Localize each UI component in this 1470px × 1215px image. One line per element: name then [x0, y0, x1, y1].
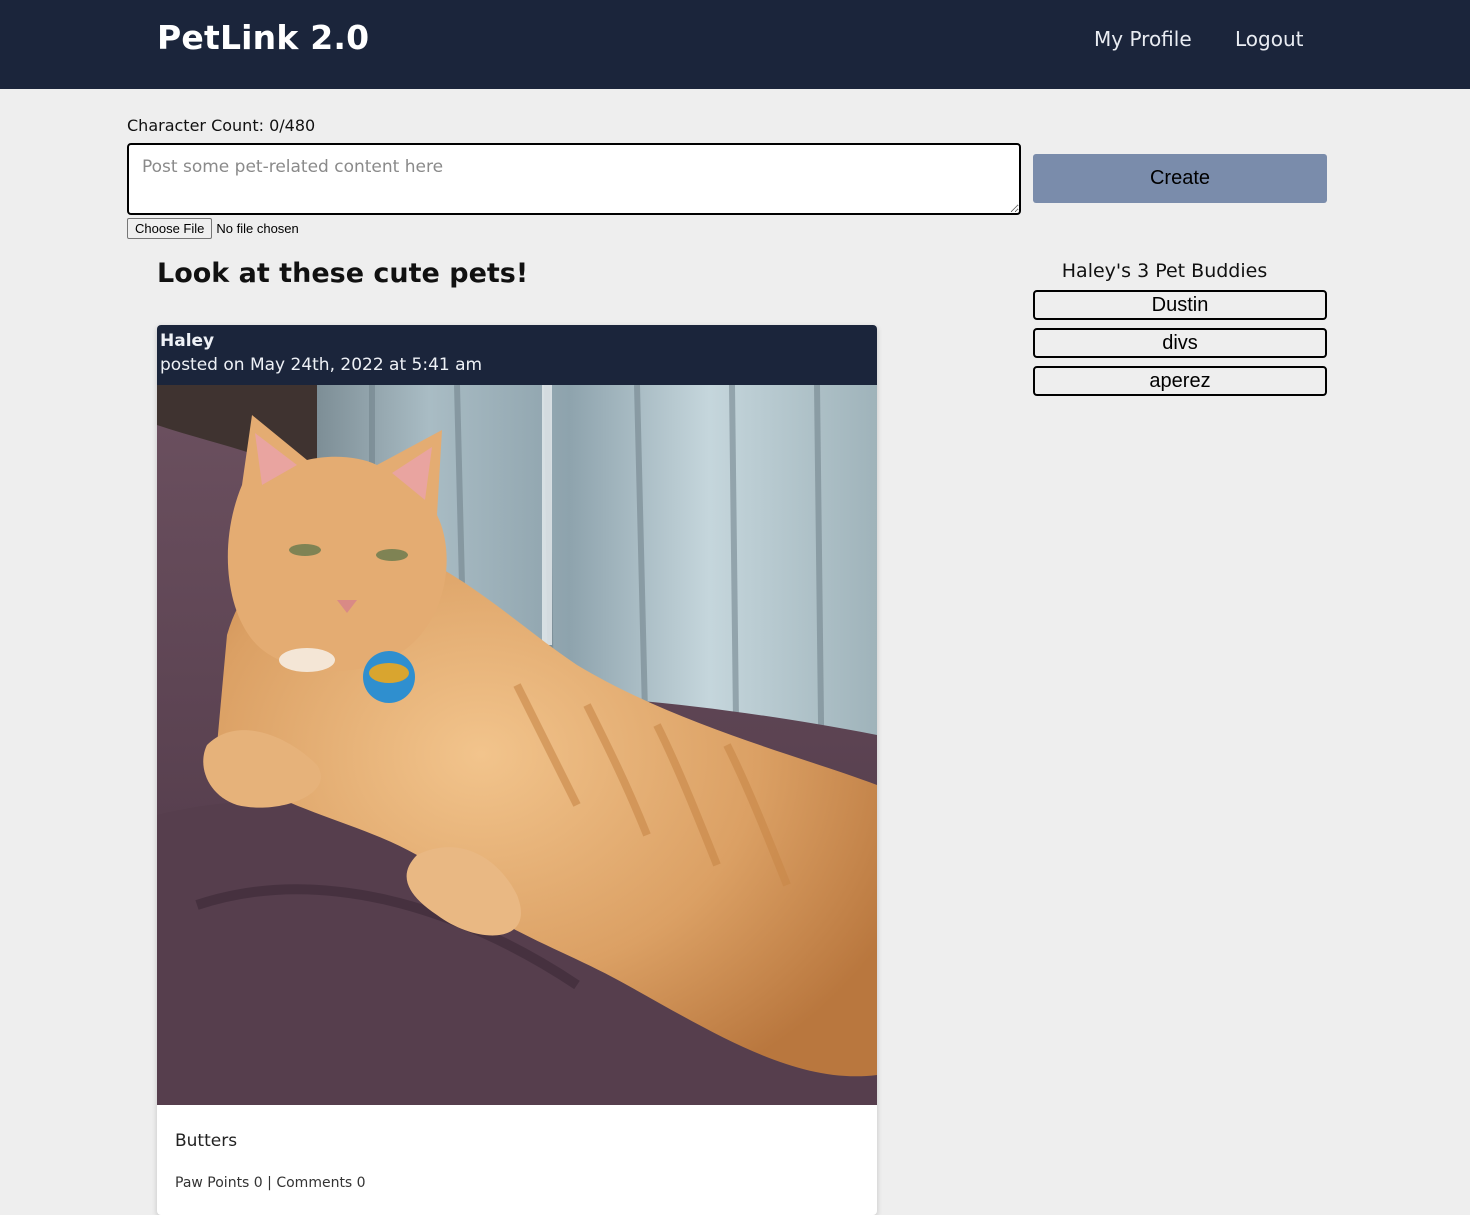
pet-buddies-title: Haley's 3 Pet Buddies — [1061, 260, 1268, 282]
file-status-text: No file chosen — [216, 221, 299, 236]
buddy-button-dustin[interactable]: Dustin — [1033, 290, 1327, 320]
choose-file-button[interactable]: Choose File — [127, 218, 213, 239]
post-image — [157, 385, 877, 1105]
feed-title: Look at these cute pets! — [157, 258, 529, 289]
nav-logout-link[interactable]: Logout — [1235, 27, 1303, 51]
nav-my-profile-link[interactable]: My Profile — [1094, 27, 1192, 51]
buddy-button-divs[interactable]: divs — [1033, 328, 1327, 358]
post-content-input[interactable] — [127, 143, 1021, 215]
post-caption: Butters — [175, 1131, 238, 1151]
post-body: Butters Paw Points 0 | Comments 0 — [157, 1105, 877, 1191]
comments-link[interactable]: Comments 0 — [276, 1175, 365, 1191]
post-meta: Paw Points 0 | Comments 0 — [175, 1175, 859, 1191]
top-navbar: PetLink 2.0 My Profile Logout — [0, 0, 1470, 89]
buddy-button-aperez[interactable]: aperez — [1033, 366, 1327, 396]
create-post-button[interactable]: Create — [1033, 154, 1327, 203]
character-count: Character Count: 0/480 — [127, 116, 316, 135]
file-upload: Choose File No file chosen — [127, 218, 299, 239]
paw-points-link[interactable]: Paw Points 0 — [175, 1175, 263, 1191]
brand-logo-text[interactable]: PetLink 2.0 — [157, 18, 369, 57]
post-author[interactable]: Haley — [160, 330, 874, 352]
post-header: Haley posted on May 24th, 2022 at 5:41 a… — [157, 325, 877, 385]
post-date: posted on May 24th, 2022 at 5:41 am — [160, 355, 483, 375]
meta-separator: | — [262, 1175, 277, 1191]
post-card: Haley posted on May 24th, 2022 at 5:41 a… — [157, 325, 877, 1215]
